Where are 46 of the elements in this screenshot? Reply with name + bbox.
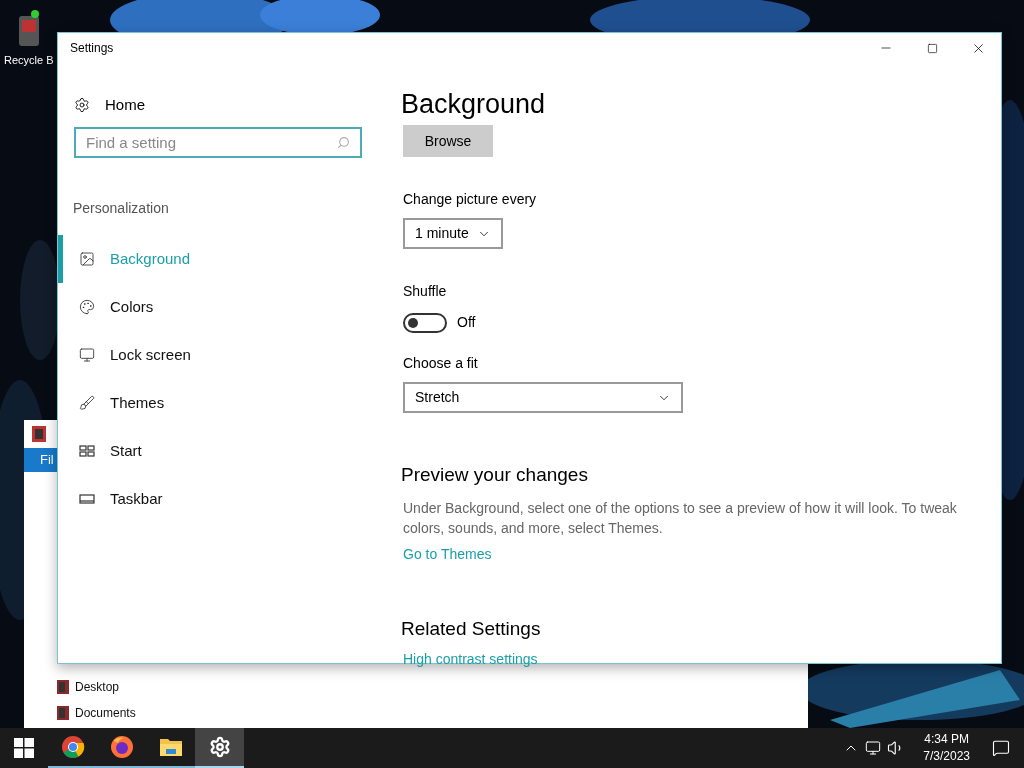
field-label: Change picture every bbox=[403, 190, 538, 209]
palette-icon bbox=[79, 299, 95, 315]
folder-icon bbox=[158, 736, 183, 758]
settings-icon bbox=[74, 97, 90, 113]
description: Under Background, select one of the options to see a preview of how it will look. To tweak colors, sounds, and more, select Themes. bbox=[403, 498, 958, 538]
window-title: Settings bbox=[70, 40, 114, 57]
toggle-state: Off bbox=[457, 313, 476, 332]
field-label: Choose a fit bbox=[403, 354, 479, 373]
folder-icon bbox=[57, 680, 69, 694]
brush-icon bbox=[79, 395, 95, 411]
search-icon bbox=[337, 136, 350, 149]
nav-item[interactable]: Themes bbox=[58, 379, 378, 427]
tree-item[interactable]: Desktop bbox=[75, 678, 120, 696]
firefox-icon bbox=[109, 735, 134, 759]
nav-item[interactable]: Lock screen bbox=[58, 331, 378, 379]
maximize-icon bbox=[926, 42, 938, 54]
section-heading: Preview your changes bbox=[401, 463, 589, 487]
search-field[interactable]: Find a setting bbox=[74, 127, 362, 158]
network-icon[interactable] bbox=[865, 740, 882, 756]
nav-item[interactable]: Colors bbox=[58, 283, 378, 331]
settings-icon bbox=[208, 736, 231, 758]
nav-item[interactable]: Start bbox=[58, 427, 378, 475]
section-heading: Personalization bbox=[73, 199, 170, 218]
fit-dropdown[interactable]: Stretch bbox=[403, 382, 683, 413]
shuffle-toggle[interactable] bbox=[403, 312, 447, 333]
taskbar-icon bbox=[79, 491, 95, 507]
interval-dropdown[interactable]: 1 minute bbox=[403, 218, 503, 249]
home-nav-item[interactable]: Home bbox=[74, 95, 378, 115]
field-label: Shuffle bbox=[403, 282, 448, 301]
windows-logo-icon bbox=[14, 738, 34, 758]
menu-tab[interactable]: Fil bbox=[40, 450, 54, 470]
app-icon bbox=[32, 426, 46, 442]
browse-button[interactable]: Browse bbox=[403, 125, 493, 157]
chrome-icon bbox=[60, 735, 85, 759]
taskbar-app[interactable] bbox=[195, 728, 244, 768]
section-heading: Related Settings bbox=[401, 616, 542, 641]
clock[interactable]: 4:34 PM 7/3/2023 bbox=[915, 731, 978, 765]
monitor-icon bbox=[79, 347, 95, 363]
nav-item[interactable]: Taskbar bbox=[58, 475, 378, 523]
page-heading: Background bbox=[401, 88, 547, 121]
picture-icon bbox=[79, 251, 95, 267]
tiles-icon bbox=[79, 443, 95, 459]
folder-icon bbox=[57, 706, 69, 720]
notifications-icon[interactable] bbox=[992, 739, 1010, 757]
tree-item[interactable]: Documents bbox=[75, 704, 136, 722]
desktop-icon-label: Recycle B bbox=[4, 53, 54, 68]
